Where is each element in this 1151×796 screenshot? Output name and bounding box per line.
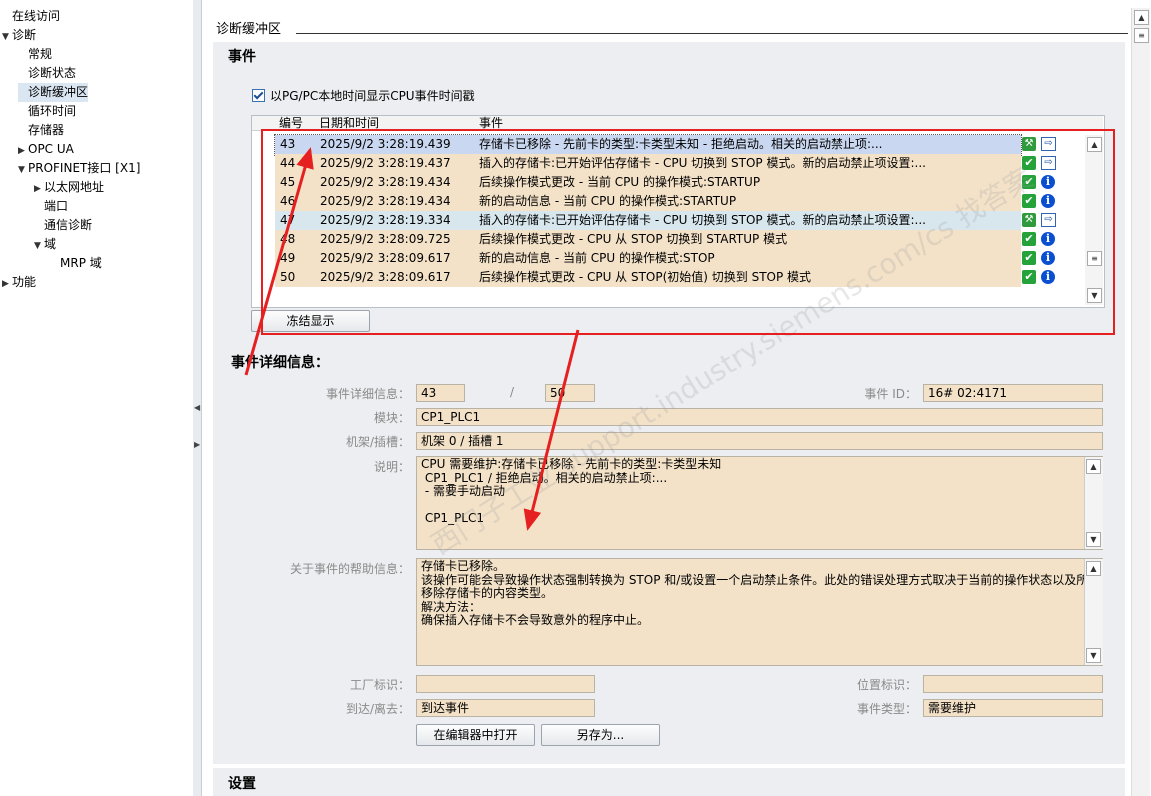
tree-item[interactable]: 诊断缓冲区 bbox=[18, 83, 89, 102]
tree-item-label: 诊断缓冲区 bbox=[28, 85, 89, 99]
arrival-field: 到达事件 bbox=[416, 699, 595, 717]
local-time-checkbox-row[interactable]: 以PG/PC本地时间显示CPU事件时间戳 bbox=[252, 87, 475, 104]
col-number-header[interactable]: 编号 bbox=[279, 116, 303, 130]
expand-down-icon[interactable]: ▼ bbox=[18, 161, 28, 180]
tree-item-label: 循环时间 bbox=[28, 104, 77, 118]
tree-item-label: 诊断状态 bbox=[28, 66, 77, 80]
arrival-label: 到达/离去： bbox=[345, 702, 410, 716]
location-id-field bbox=[923, 675, 1103, 693]
rack-slot-field: 机架 0 / 插槽 1 bbox=[416, 432, 1103, 450]
local-time-checkbox[interactable] bbox=[252, 89, 265, 102]
tree-item-label: 通信诊断 bbox=[44, 218, 93, 232]
annotation-red-box bbox=[261, 129, 1115, 335]
plant-id-label: 工厂标识： bbox=[349, 678, 410, 692]
tree-item[interactable]: 常规 bbox=[18, 45, 52, 64]
tree-item[interactable]: ▼ PROFINET接口 [X1] bbox=[18, 159, 140, 178]
event-id-field: 16# 02:4171 bbox=[923, 384, 1103, 402]
pane-splitter[interactable]: ◀ ▶ bbox=[193, 0, 202, 796]
collapse-left-icon[interactable]: ◀ bbox=[194, 403, 200, 412]
event-type-field: 需要维护 bbox=[923, 699, 1103, 717]
tree-item[interactable]: 端口 bbox=[34, 197, 68, 216]
tree-item-label: 在线访问 bbox=[12, 9, 61, 23]
tree-item-label: PROFINET接口 [X1] bbox=[28, 161, 141, 175]
event-details-header: 事件详细信息： bbox=[231, 355, 329, 371]
tree-item[interactable]: 诊断状态 bbox=[18, 64, 76, 83]
help-text: 存储卡已移除。 该操作可能会导致操作状态强制转换为 STOP 和/或设置一个启动… bbox=[416, 558, 1103, 666]
pane-title: 诊断缓冲区 bbox=[216, 22, 282, 37]
settings-header[interactable]: 设置 bbox=[228, 773, 256, 793]
event-id-label: 事件 ID： bbox=[864, 387, 917, 401]
detail-number-label: 事件详细信息： bbox=[325, 387, 410, 401]
tree-item[interactable]: ▼ 域 bbox=[34, 235, 56, 254]
col-event-header[interactable]: 事件 bbox=[479, 116, 503, 130]
tree-item[interactable]: 通信诊断 bbox=[34, 216, 92, 235]
scroll-up-icon[interactable]: ▲ bbox=[1134, 10, 1149, 25]
plant-id-field bbox=[416, 675, 595, 693]
tree-item-label: 以太网地址 bbox=[44, 180, 105, 194]
tree-item-label: 端口 bbox=[44, 199, 69, 213]
event-type-label: 事件类型： bbox=[856, 702, 917, 716]
module-label: 模块： bbox=[373, 411, 410, 425]
settings-section bbox=[213, 768, 1125, 796]
tree-item[interactable]: ▶ 功能 bbox=[2, 273, 36, 292]
col-datetime-header[interactable]: 日期和时间 bbox=[319, 116, 379, 130]
detail-number-field: 43 bbox=[416, 384, 465, 402]
tree-item[interactable]: 在线访问 bbox=[2, 7, 60, 26]
local-time-checkbox-label: 以PG/PC本地时间显示CPU事件时间戳 bbox=[270, 89, 475, 103]
tree-item-label: 域 bbox=[44, 237, 57, 251]
tree-item[interactable]: ▶ 以太网地址 bbox=[34, 178, 104, 197]
help-label: 关于事件的帮助信息： bbox=[289, 562, 410, 576]
tree-item-label: 诊断 bbox=[12, 28, 37, 42]
description-label: 说明： bbox=[373, 460, 410, 474]
open-in-editor-button[interactable]: 在编辑器中打开 bbox=[416, 724, 535, 746]
tree-item[interactable]: 循环时间 bbox=[18, 102, 76, 121]
save-as-button[interactable]: 另存为... bbox=[541, 724, 660, 746]
desc-scroll-up-icon[interactable]: ▲ bbox=[1086, 459, 1101, 474]
expand-right-icon[interactable]: ▶ bbox=[2, 275, 12, 294]
detail-total-field: 50 bbox=[545, 384, 595, 402]
help-scrollbar[interactable]: ▲ ▼ bbox=[1084, 559, 1103, 665]
tree-item-label: MRP 域 bbox=[60, 256, 102, 270]
module-field: CP1_PLC1 bbox=[416, 408, 1103, 426]
expand-down-icon[interactable]: ▼ bbox=[2, 28, 12, 47]
events-section-header: 事件 bbox=[228, 49, 256, 65]
desc-scroll-down-icon[interactable]: ▼ bbox=[1086, 532, 1101, 547]
title-divider bbox=[296, 33, 1128, 34]
location-id-label: 位置标识： bbox=[856, 678, 917, 692]
tree-item[interactable]: ▶ OPC UA bbox=[18, 140, 74, 159]
expand-down-icon[interactable]: ▼ bbox=[34, 237, 44, 256]
tree-item[interactable]: 存储器 bbox=[18, 121, 64, 140]
tree-item-label: OPC UA bbox=[28, 142, 74, 156]
project-tree: 在线访问 ▼ 诊断 常规 诊断状态 诊断缓冲区 循环时间 存储器 ▶ OPC UA ▼ PROFINE… bbox=[0, 0, 194, 796]
scroll-grip-icon[interactable]: ≡ bbox=[1134, 28, 1149, 43]
detail-slash: / bbox=[509, 385, 514, 399]
tree-item-label: 存储器 bbox=[28, 123, 65, 137]
help-scroll-up-icon[interactable]: ▲ bbox=[1086, 561, 1101, 576]
rack-slot-label: 机架/插槽： bbox=[345, 435, 410, 449]
tree-item-label: 功能 bbox=[12, 275, 37, 289]
tree-item[interactable]: MRP 域 bbox=[50, 254, 102, 273]
expand-right-icon[interactable]: ▶ bbox=[194, 440, 200, 449]
help-scroll-down-icon[interactable]: ▼ bbox=[1086, 648, 1101, 663]
tree-item[interactable]: ▼ 诊断 bbox=[2, 26, 36, 45]
pane-scrollbar[interactable]: ▲ ≡ bbox=[1131, 8, 1150, 796]
tree-item-label: 常规 bbox=[28, 47, 53, 61]
description-scrollbar[interactable]: ▲ ▼ bbox=[1084, 457, 1103, 549]
